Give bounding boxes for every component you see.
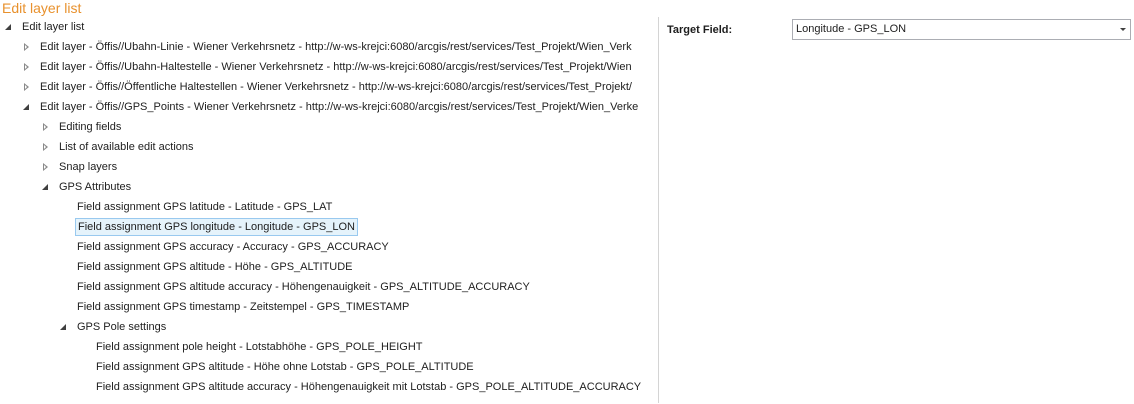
chevron-collapsed-icon[interactable] [41, 117, 51, 137]
tree-node-label: Edit layer list [22, 21, 85, 33]
tree-node-label: Field assignment GPS latitude - Latitude… [77, 201, 333, 213]
tree-node-gps-pole-settings[interactable]: GPS Pole settings [59, 317, 166, 337]
chevron-down-icon[interactable] [1120, 28, 1126, 31]
tree-node-label: Field assignment pole height - Lotstabhö… [96, 341, 423, 353]
tree-node-label: Field assignment GPS altitude accuracy -… [96, 381, 642, 393]
tree-node-label: GPS Pole settings [77, 321, 167, 333]
tree-node-label: Edit layer - Öffis//GPS_Points - Wiener … [40, 101, 639, 113]
tree-node-pole-altitude-accuracy[interactable]: Field assignment GPS altitude accuracy -… [94, 377, 643, 397]
tree-node-label: Snap layers [59, 161, 118, 173]
chevron-collapsed-icon[interactable] [22, 77, 32, 97]
chevron-collapsed-icon[interactable] [41, 137, 51, 157]
tree-node-gps-altitude[interactable]: Field assignment GPS altitude - Höhe - G… [75, 257, 355, 277]
page-title: Edit layer list [2, 0, 82, 16]
tree-node-label: List of available edit actions [59, 141, 194, 153]
target-field-value: Longitude - GPS_LON [796, 23, 907, 35]
tree-node-label: Field assignment GPS timestamp - Zeitste… [77, 301, 410, 313]
tree-node-edit-actions[interactable]: List of available edit actions [41, 137, 194, 157]
tree-node-gps-accuracy[interactable]: Field assignment GPS accuracy - Accuracy… [75, 237, 391, 257]
tree-node-pole-height[interactable]: Field assignment pole height - Lotstabhö… [94, 337, 425, 357]
tree-node-label: Field assignment GPS altitude - Höhe - G… [77, 261, 353, 273]
tree-node-label: Editing fields [59, 121, 122, 133]
tree-node-gps-lon[interactable]: Field assignment GPS longitude - Longitu… [75, 217, 358, 237]
tree-node-edit-layer-list[interactable]: Edit layer list [4, 17, 84, 37]
tree-node-label: Edit layer - Öffis//Öffentliche Halteste… [40, 81, 632, 93]
tree-node-gps-altitude-accuracy[interactable]: Field assignment GPS altitude accuracy -… [75, 277, 532, 297]
tree-node-layer-oeffentliche-haltestellen[interactable]: Edit layer - Öffis//Öffentliche Halteste… [22, 77, 632, 97]
tree-node-label: Field assignment GPS accuracy - Accuracy… [77, 241, 389, 253]
tree-node-snap-layers[interactable]: Snap layers [41, 157, 117, 177]
chevron-expanded-icon[interactable] [59, 317, 69, 337]
tree-node-gps-lat[interactable]: Field assignment GPS latitude - Latitude… [75, 197, 334, 217]
target-field-dropdown[interactable]: Longitude - GPS_LON [792, 19, 1131, 40]
tree-node-label: Field assignment GPS longitude - Longitu… [75, 218, 358, 236]
tree-node-gps-timestamp[interactable]: Field assignment GPS timestamp - Zeitste… [75, 297, 411, 317]
tree-node-editing-fields[interactable]: Editing fields [41, 117, 121, 137]
panel-splitter[interactable] [658, 17, 659, 403]
tree-node-layer-ubahn-linie[interactable]: Edit layer - Öffis//Ubahn-Linie - Wiener… [22, 37, 632, 57]
tree-node-label: Field assignment GPS altitude accuracy -… [77, 281, 530, 293]
tree-node-layer-ubahn-haltestelle[interactable]: Edit layer - Öffis//Ubahn-Haltestelle - … [22, 57, 632, 77]
chevron-expanded-icon[interactable] [4, 17, 14, 37]
tree-node-gps-attributes[interactable]: GPS Attributes [41, 177, 131, 197]
chevron-expanded-icon[interactable] [41, 177, 51, 197]
tree-node-label: Edit layer - Öffis//Ubahn-Linie - Wiener… [40, 41, 632, 53]
target-field-label: Target Field: [667, 24, 733, 36]
chevron-collapsed-icon[interactable] [41, 157, 51, 177]
tree-node-label: GPS Attributes [59, 181, 132, 193]
chevron-collapsed-icon[interactable] [22, 37, 32, 57]
chevron-collapsed-icon[interactable] [22, 57, 32, 77]
tree-node-label: Field assignment GPS altitude - Höhe ohn… [96, 361, 474, 373]
tree-node-label: Edit layer - Öffis//Ubahn-Haltestelle - … [40, 61, 632, 73]
chevron-expanded-icon[interactable] [22, 97, 32, 117]
tree-node-pole-altitude[interactable]: Field assignment GPS altitude - Höhe ohn… [94, 357, 476, 377]
tree-node-layer-gps-points[interactable]: Edit layer - Öffis//GPS_Points - Wiener … [22, 97, 638, 117]
